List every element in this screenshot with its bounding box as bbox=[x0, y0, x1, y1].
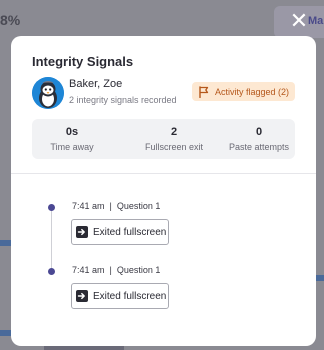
exit-fullscreen-icon bbox=[76, 226, 88, 238]
exit-fullscreen-icon bbox=[76, 290, 88, 302]
timeline-dot bbox=[48, 204, 55, 211]
event-question: Question 1 bbox=[116, 201, 161, 211]
event-action-label: Exited fullscreen bbox=[93, 290, 167, 302]
stat-value: 0 bbox=[255, 126, 263, 138]
exited-fullscreen-button[interactable]: Exited fullscreen bbox=[71, 283, 169, 309]
stat-paste-attempts: 0 Paste attempts bbox=[218, 119, 300, 159]
stat-label: Paste attempts bbox=[228, 142, 290, 152]
background-percent: 8% bbox=[0, 12, 21, 28]
stat-value: 2 bbox=[170, 126, 178, 138]
event-time: 7:41 am bbox=[72, 265, 105, 275]
integrity-signals-modal: Integrity Signals Baker, Zoe 2 integrity… bbox=[11, 36, 316, 346]
exited-fullscreen-button[interactable]: Exited fullscreen bbox=[71, 219, 169, 245]
divider bbox=[11, 173, 316, 174]
stat-label: Fullscreen exit bbox=[144, 142, 204, 152]
stats-panel: 0s Time away 2 Fullscreen exit 0 Paste a… bbox=[32, 119, 295, 159]
modal-title: Integrity Signals bbox=[32, 54, 134, 69]
event-meta: 7:41 am | Question 1 bbox=[72, 201, 161, 211]
event-action-label: Exited fullscreen bbox=[93, 226, 167, 238]
penguin-avatar-icon bbox=[32, 77, 64, 109]
event-meta: 7:41 am | Question 1 bbox=[72, 265, 161, 275]
stat-time-away: 0s Time away bbox=[32, 119, 112, 159]
timeline-dot bbox=[48, 268, 55, 275]
close-icon[interactable]: ✕ bbox=[288, 10, 310, 32]
stat-fullscreen-exit: 2 Fullscreen exit bbox=[130, 119, 218, 159]
student-name: Baker, Zoe bbox=[69, 78, 123, 90]
signals-recorded: 2 integrity signals recorded bbox=[69, 95, 177, 105]
stat-value: 0s bbox=[65, 126, 79, 138]
event-question: Question 1 bbox=[116, 265, 161, 275]
flag-icon bbox=[199, 85, 209, 98]
activity-flagged-badge[interactable]: Activity flagged (2) bbox=[192, 82, 296, 101]
background-button-label: Ma bbox=[308, 15, 324, 27]
timeline-line bbox=[51, 207, 52, 268]
flag-badge-label: Activity flagged (2) bbox=[215, 86, 290, 97]
stat-label: Time away bbox=[50, 142, 94, 152]
event-time: 7:41 am bbox=[72, 201, 105, 211]
avatar bbox=[32, 77, 64, 109]
